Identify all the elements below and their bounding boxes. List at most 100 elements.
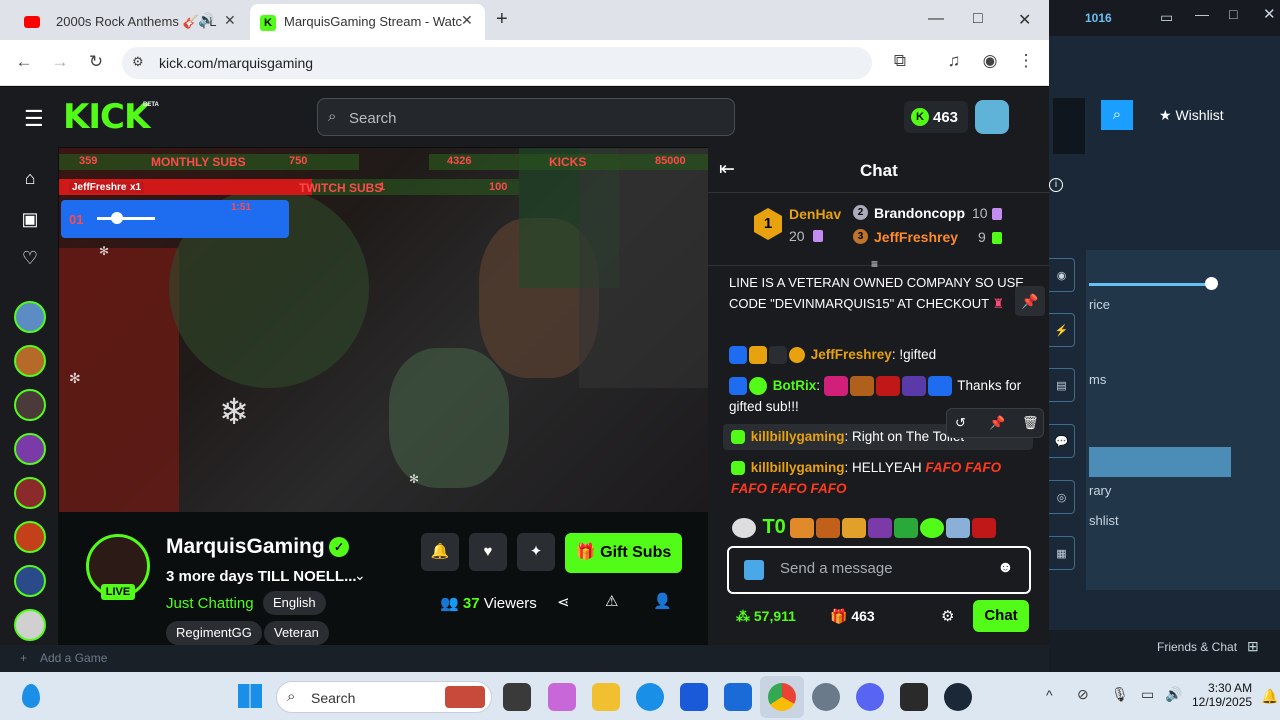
system-clock[interactable]: 3:30 AM 12/19/2025 [1192, 681, 1252, 709]
followed-channel-avatar[interactable] [14, 433, 46, 465]
emote[interactable] [920, 517, 945, 538]
gift-balance[interactable]: 🎁 463 [830, 608, 875, 625]
back-icon[interactable]: ← [12, 52, 36, 72]
emote[interactable] [732, 517, 756, 538]
volume-icon[interactable]: 🔊 [1165, 686, 1182, 703]
emoji-icon[interactable]: ☻ [997, 559, 1014, 577]
new-tab-icon[interactable]: + [496, 8, 508, 31]
emote[interactable] [894, 517, 919, 538]
notification-bell-icon[interactable]: 🔔 [1261, 688, 1278, 705]
add-game-button[interactable]: Add a Game [40, 651, 107, 665]
profile-icon[interactable]: ◉ [978, 51, 1002, 71]
emote[interactable]: T0 [762, 516, 785, 538]
emote[interactable] [868, 517, 893, 538]
followed-channel-avatar[interactable] [14, 345, 46, 377]
followed-channel-avatar[interactable] [14, 609, 46, 641]
chat-username[interactable]: killbillygaming [751, 429, 845, 444]
stream-category[interactable]: Just Chatting [166, 595, 254, 612]
delete-icon[interactable]: 🗑 [1022, 415, 1039, 431]
follow-heart-button[interactable]: ♥ [469, 533, 507, 571]
speaker-icon[interactable]: 🔊 [198, 12, 214, 28]
steam-side-button[interactable]: ⚡ [1049, 313, 1075, 347]
chat-username[interactable]: JeffFreshrey [811, 347, 892, 362]
chat-username[interactable]: killbillygaming [751, 460, 845, 475]
microphone-icon[interactable]: 🎙 [1111, 686, 1129, 703]
start-button-icon[interactable] [238, 684, 262, 708]
pin-message-icon[interactable]: 📌 [989, 415, 1005, 431]
app-icon[interactable] [900, 683, 928, 711]
kick-logo[interactable]: KICK [63, 97, 150, 137]
gifter-name-2[interactable]: Brandoncopp [874, 205, 965, 221]
settings-gear-icon[interactable]: ⚙ [941, 607, 954, 625]
steam-side-button[interactable]: ◎ [1049, 480, 1075, 514]
price-slider[interactable] [1089, 283, 1214, 286]
friends-chat-button[interactable]: Friends & Chat [1157, 640, 1237, 654]
followed-channel-avatar[interactable] [14, 389, 46, 421]
report-warning-icon[interactable]: ⚠ [605, 592, 618, 610]
followed-channel-avatar[interactable] [14, 301, 46, 333]
steam-highlight-row[interactable] [1089, 447, 1231, 477]
browse-icon[interactable]: ▣ [19, 209, 41, 230]
user-avatar[interactable] [975, 100, 1009, 134]
steam-side-button[interactable]: ◉ [1049, 258, 1075, 292]
add-user-icon[interactable]: 👤 [653, 592, 672, 610]
chevron-down-icon[interactable]: ⌄ [354, 567, 366, 584]
task-view-icon[interactable] [503, 683, 531, 711]
video-player[interactable]: 359 MONTHLY SUBS 750 4326 KICKS 85000 Je… [59, 148, 708, 512]
gifter-name-1[interactable]: DenHav [789, 206, 841, 222]
maximize-icon[interactable]: □ [973, 10, 983, 28]
share-icon[interactable]: ⋖ [557, 593, 570, 611]
gift-subs-button[interactable]: 🎁 Gift Subs [565, 533, 682, 573]
url-text[interactable]: kick.com/marquisgaming [159, 55, 313, 71]
display-icon[interactable]: ▭ [1141, 686, 1154, 703]
close-tab-icon[interactable]: ✕ [224, 12, 236, 29]
steam-side-button[interactable]: ▤ [1049, 368, 1075, 402]
emote[interactable] [790, 517, 815, 538]
chrome-icon[interactable] [768, 683, 796, 711]
tag-english[interactable]: English [263, 591, 326, 615]
steam-item-price[interactable]: rice [1089, 297, 1110, 312]
minimize-icon[interactable]: — [1195, 6, 1209, 22]
settings-icon[interactable] [812, 683, 840, 711]
home-icon[interactable]: ⌂ [19, 168, 41, 189]
close-tab-icon[interactable]: ✕ [461, 12, 473, 29]
close-icon[interactable]: ✕ [1263, 5, 1276, 23]
price-slider-knob[interactable] [1205, 277, 1218, 290]
user-badge-icon[interactable] [744, 560, 764, 580]
minimize-icon[interactable]: — [928, 10, 944, 28]
monitor-icon[interactable]: ▭ [1160, 9, 1173, 26]
hamburger-menu-icon[interactable]: ☰ [24, 106, 44, 132]
streamer-name[interactable]: MarquisGaming [166, 535, 325, 559]
tag-veteran[interactable]: Veteran [264, 621, 329, 645]
reply-icon[interactable]: ↺ [955, 415, 966, 431]
edge-icon[interactable] [636, 683, 664, 711]
info-icon[interactable]: i [1049, 178, 1063, 192]
chat-username[interactable]: BotRix [773, 378, 817, 393]
steam-search-button[interactable]: ⌕ [1101, 100, 1133, 130]
steam-side-button[interactable]: ▦ [1049, 536, 1075, 570]
notification-bell-button[interactable]: 🔔 [421, 533, 459, 571]
tray-chevron-icon[interactable]: ^ [1046, 687, 1053, 703]
emote[interactable] [816, 517, 841, 538]
taskbar-search[interactable]: ⌕ Search [276, 681, 492, 713]
emote[interactable] [842, 517, 867, 538]
site-info-icon[interactable]: ⚙ [132, 54, 144, 70]
menu-kebab-icon[interactable]: ⋮ [1014, 51, 1038, 71]
store-icon[interactable] [680, 683, 708, 711]
steam-side-button[interactable]: 💬 [1049, 424, 1075, 458]
file-explorer-icon[interactable] [592, 683, 620, 711]
network-icon[interactable]: ⊘ [1077, 686, 1089, 703]
forward-icon[interactable]: → [48, 52, 72, 72]
kick-balance[interactable]: ⁂ 57,911 [736, 608, 796, 625]
outlook-icon[interactable] [724, 683, 752, 711]
followed-channel-avatar[interactable] [14, 521, 46, 553]
expand-leaderboard-icon[interactable]: ≡ [871, 257, 878, 271]
maximize-icon[interactable]: □ [1229, 6, 1237, 22]
cast-icon[interactable]: ⧉ [888, 51, 912, 71]
steam-item-items[interactable]: ms [1089, 372, 1106, 387]
steam-account[interactable]: 1016 [1085, 11, 1112, 25]
emote[interactable] [946, 517, 971, 538]
tab-marquisgaming[interactable]: K MarquisGaming Stream - Watc [250, 4, 485, 40]
close-icon[interactable]: ✕ [1018, 10, 1031, 30]
wishlist-button[interactable]: ★ Wishlist [1159, 107, 1224, 124]
